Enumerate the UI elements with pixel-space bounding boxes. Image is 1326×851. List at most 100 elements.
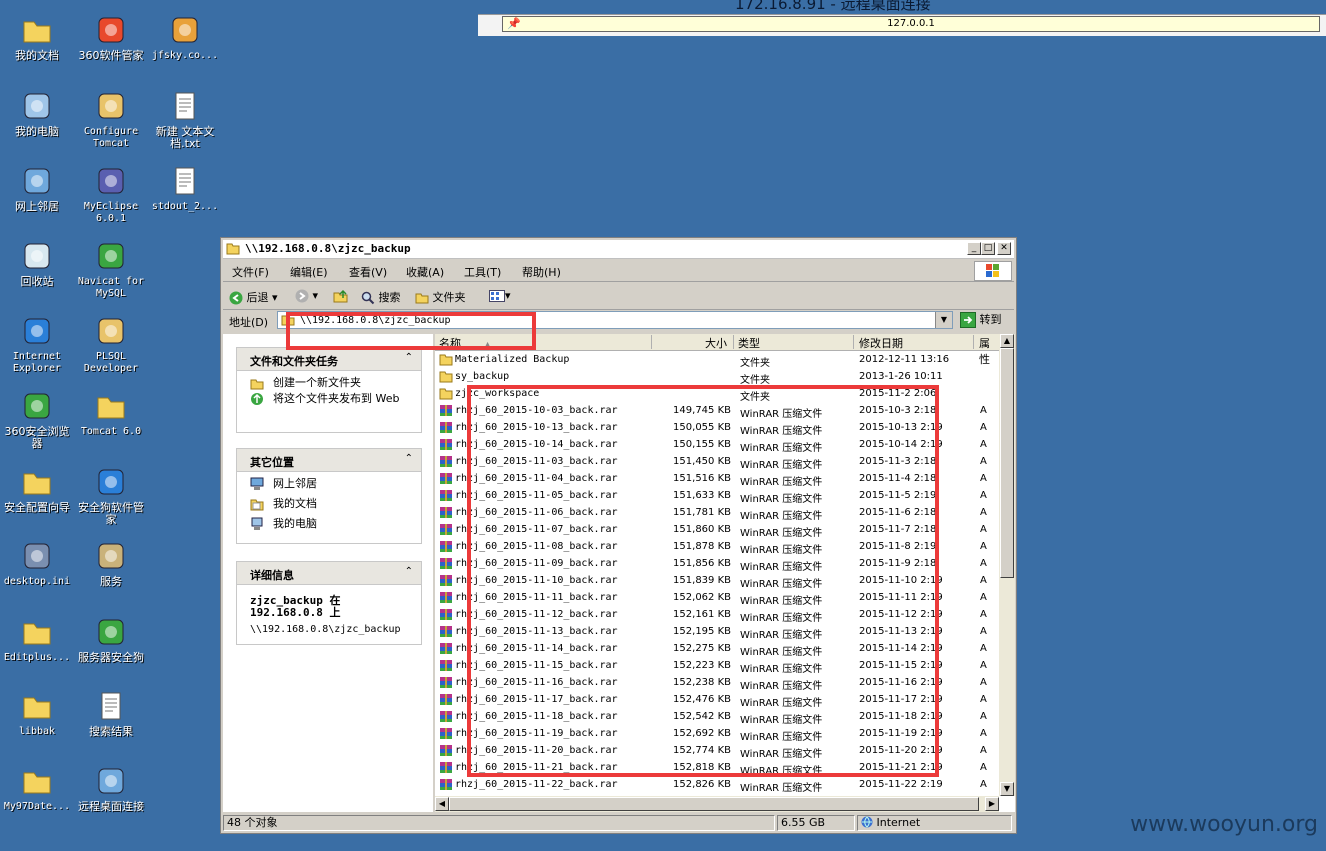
place-label: 我的文档 [273, 497, 317, 510]
file-row[interactable]: rhzj_60_2015-11-11_back.rar 152,062 KB Win… [435, 589, 999, 607]
desktop-icon-desktop-ini[interactable]: desktop.ini [0, 540, 74, 588]
menu-view[interactable]: 查看(V) [349, 264, 387, 280]
desktop-icon-configure-tomcat[interactable]: Configure Tomcat [74, 90, 148, 150]
column-type[interactable]: 类型 [734, 335, 854, 350]
scroll-thumb[interactable] [449, 797, 979, 811]
desktop-icon-recycle-bin[interactable]: 回收站 [0, 240, 74, 288]
file-row[interactable]: rhzj_60_2015-11-16_back.rar 152,238 KB Win… [435, 674, 999, 692]
file-row[interactable]: rhzj_60_2015-11-06_back.rar 151,781 KB Win… [435, 504, 999, 522]
column-date[interactable]: 修改日期 [854, 335, 974, 350]
desktop-icon-navicat[interactable]: Navicat for MySQL [74, 240, 148, 300]
file-row[interactable]: rhzj_60_2015-10-13_back.rar 150,055 KB Win… [435, 419, 999, 437]
file-row[interactable]: rhzj_60_2015-11-10_back.rar 151,839 KB Win… [435, 572, 999, 590]
desktop-icon-libbak[interactable]: libbak [0, 690, 74, 738]
desktop-icon-stdout[interactable]: stdout_2... [148, 165, 222, 213]
menu-favorites[interactable]: 收藏(A) [406, 264, 444, 280]
goto-button[interactable]: 转到 [960, 311, 1010, 329]
file-row[interactable]: rhzj_60_2015-11-04_back.rar 151,516 KB Win… [435, 470, 999, 488]
folders-button[interactable]: 文件夹 [415, 289, 466, 305]
chevron-up-icon[interactable]: ⌃ [405, 566, 413, 577]
desktop-icon-search-results[interactable]: 搜索结果 [74, 690, 148, 738]
file-row[interactable]: rhzj_60_2015-11-14_back.rar 152,275 KB Win… [435, 640, 999, 658]
file-row[interactable]: rhzj_60_2015-11-13_back.rar 152,195 KB Win… [435, 623, 999, 641]
file-row[interactable]: rhzj_60_2015-11-15_back.rar 152,223 KB Win… [435, 657, 999, 675]
desktop-icon-remote-desktop[interactable]: 远程桌面连接 [74, 765, 148, 813]
file-row[interactable]: zjzc_workspace 文件夹 2015-11-2 2:06 [435, 385, 999, 403]
desktop-icon-server-dog[interactable]: 服务器安全狗 [74, 616, 148, 664]
desktop-icon-mycomputer[interactable]: 我的电脑 [0, 90, 74, 138]
desktop-icon-security-wizard[interactable]: 安全配置向导 [0, 466, 74, 514]
chevron-up-icon[interactable]: ⌃ [405, 352, 413, 363]
place-network-link[interactable]: 网上邻居 [237, 477, 421, 490]
forward-button[interactable]: ▾ [295, 289, 318, 303]
file-date: 2015-11-3 2:18 [859, 456, 937, 467]
file-row[interactable]: rhzj_60_2015-11-12_back.rar 152,161 KB Win… [435, 606, 999, 624]
horizontal-scrollbar[interactable]: ◀ ▶ [435, 796, 999, 812]
scroll-left-button[interactable]: ◀ [435, 797, 449, 811]
desktop-icon-security-dog-mgr[interactable]: 安全狗软件管家 [74, 466, 148, 526]
address-input[interactable]: \\192.168.0.8\zjzc_backup ▼ [277, 311, 953, 329]
desktop-icon-jfsky[interactable]: jfsky.co... [148, 14, 222, 62]
scroll-down-button[interactable]: ▼ [1000, 782, 1014, 796]
back-button[interactable]: 后退 ▾ [229, 289, 278, 305]
desktop-icon-tomcat6[interactable]: Tomcat 6.0 [74, 390, 148, 438]
desktop-icon-myeclipse[interactable]: MyEclipse 6.0.1 [74, 165, 148, 225]
desktop-icon-label: MyEclipse 6.0.1 [83, 201, 139, 224]
file-row[interactable]: rhzj_60_2015-11-03_back.rar 151,450 KB Win… [435, 453, 999, 471]
column-attr[interactable]: 属性 [974, 335, 999, 366]
file-row[interactable]: rhzj_60_2015-11-19_back.rar 152,692 KB Win… [435, 725, 999, 743]
file-row[interactable]: rhzj_60_2015-11-05_back.rar 151,633 KB Win… [435, 487, 999, 505]
menu-help[interactable]: 帮助(H) [522, 264, 561, 280]
publish-web-link[interactable]: 将这个文件夹发布到 Web [237, 392, 421, 405]
new-folder-link[interactable]: 创建一个新文件夹 [237, 376, 421, 390]
file-row[interactable]: rhzj_60_2015-11-17_back.rar 152,476 KB Win… [435, 691, 999, 709]
column-size[interactable]: 大小 [652, 335, 734, 350]
scroll-up-button[interactable]: ▲ [1000, 334, 1014, 348]
details-header[interactable]: 详细信息 ⌃ [237, 562, 421, 585]
menu-tools[interactable]: 工具(T) [464, 264, 501, 280]
views-button[interactable]: ▾ [489, 289, 511, 302]
up-folder-button[interactable] [333, 289, 349, 306]
place-mycomputer-link[interactable]: 我的电脑 [237, 517, 421, 530]
search-button[interactable]: 搜索 [361, 289, 401, 305]
file-attr: A [980, 694, 987, 705]
desktop-icon-360-manager[interactable]: 360软件管家 [74, 14, 148, 62]
file-row[interactable]: rhzj_60_2015-11-22_back.rar 152,826 KB Win… [435, 776, 999, 794]
place-mydocs-link[interactable]: 我的文档 [237, 497, 421, 511]
desktop-icon-new-text[interactable]: 新建 文本文档.txt [148, 90, 222, 150]
file-row[interactable]: sy_backup 文件夹 2013-1-26 10:11 [435, 368, 999, 386]
minimize-button[interactable]: _ [967, 242, 981, 255]
desktop-icon-network[interactable]: 网上邻居 [0, 165, 74, 213]
address-dropdown-button[interactable]: ▼ [935, 312, 952, 328]
file-row[interactable]: rhzj_60_2015-11-07_back.rar 151,860 KB Win… [435, 521, 999, 539]
desktop-icon-mydocs[interactable]: 我的文档 [0, 14, 74, 62]
desktop-icon-ie[interactable]: Internet Explorer [0, 315, 74, 375]
file-row[interactable]: rhzj_60_2015-10-03_back.rar 149,745 KB Win… [435, 402, 999, 420]
file-row[interactable]: rhzj_60_2015-11-09_back.rar 151,856 KB Win… [435, 555, 999, 573]
scroll-thumb[interactable] [1000, 348, 1014, 578]
desktop-icon-services[interactable]: 服务 [74, 540, 148, 588]
desktop-icon-360-browser[interactable]: 360安全浏览器 [0, 390, 74, 450]
file-row[interactable]: rhzj_60_2015-11-20_back.rar 152,774 KB Win… [435, 742, 999, 760]
file-row[interactable]: Materialized Backup 文件夹 2012-12-11 13:16 [435, 351, 999, 369]
rdp-connection-bar[interactable]: 📌 127.0.0.1 [502, 16, 1320, 32]
desktop-icon-my97date[interactable]: My97Date... [0, 765, 74, 813]
desktop-icon-editplus[interactable]: Editplus... [0, 616, 74, 664]
column-name[interactable]: 名称 ▲ [435, 335, 652, 350]
window-title-bar[interactable]: \\192.168.0.8\zjzc_backup _ □ ✕ [223, 240, 1014, 259]
other-places-header[interactable]: 其它位置 ⌃ [237, 449, 421, 472]
maximize-button[interactable]: □ [981, 242, 995, 255]
chevron-up-icon[interactable]: ⌃ [405, 453, 413, 464]
file-row[interactable]: rhzj_60_2015-11-21_back.rar 152,818 KB Win… [435, 759, 999, 777]
desktop-icon-plsql[interactable]: PLSQL Developer [74, 315, 148, 375]
file-row[interactable]: rhzj_60_2015-10-14_back.rar 150,155 KB Win… [435, 436, 999, 454]
file-tasks-header[interactable]: 文件和文件夹任务 ⌃ [237, 348, 421, 371]
vertical-scrollbar[interactable]: ▲ ▼ [999, 334, 1015, 796]
menu-edit[interactable]: 编辑(E) [290, 264, 328, 280]
scroll-right-button[interactable]: ▶ [985, 797, 999, 811]
file-row[interactable]: rhzj_60_2015-11-08_back.rar 151,878 KB Win… [435, 538, 999, 556]
file-row[interactable]: rhzj_60_2015-11-18_back.rar 152,542 KB Win… [435, 708, 999, 726]
file-type: WinRAR 压缩文件 [740, 494, 823, 505]
menu-file[interactable]: 文件(F) [232, 264, 269, 280]
close-button[interactable]: ✕ [997, 242, 1011, 255]
